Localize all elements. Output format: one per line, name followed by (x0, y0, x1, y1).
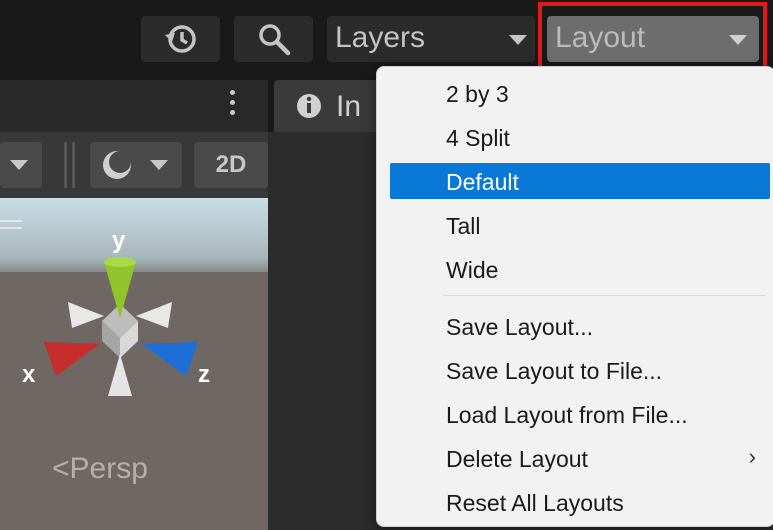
layout-menu: 2 by 3 4 Split Default Tall Wide Save La… (376, 66, 773, 527)
menu-item-tall[interactable]: Tall (390, 207, 770, 243)
layers-label: Layers (335, 21, 426, 54)
perspective-icon: < (52, 452, 70, 485)
info-icon (297, 94, 321, 118)
hamburger-icon[interactable] (0, 220, 22, 222)
layout-dropdown-highlight (538, 2, 767, 75)
y-axis-cone[interactable] (104, 262, 136, 318)
history-icon (165, 25, 196, 53)
chevron-down-icon (150, 160, 168, 170)
z-axis-label: z (198, 361, 210, 388)
projection-toggle[interactable]: <Persp (52, 452, 148, 486)
orientation-gizmo[interactable]: y x z (20, 218, 230, 418)
menu-item-default[interactable]: Default (390, 163, 770, 199)
draw-mode-dropdown[interactable] (90, 142, 182, 188)
menu-item-delete-layout[interactable]: Delete Layout › (390, 440, 770, 476)
menu-item-save-layout[interactable]: Save Layout... (390, 308, 770, 344)
sphere-icon (103, 151, 131, 179)
chevron-down-icon (10, 160, 28, 170)
search-button[interactable] (234, 16, 313, 62)
menu-item-wide[interactable]: Wide (390, 251, 770, 287)
projection-label: Persp (69, 452, 148, 485)
menu-item-load-layout-from-file[interactable]: Load Layout from File... (390, 396, 770, 432)
toolbar-divider (64, 142, 67, 188)
more-options-icon[interactable] (226, 90, 238, 122)
y-axis-label: y (112, 227, 126, 254)
search-icon (259, 24, 291, 56)
menu-item-reset-all-layouts[interactable]: Reset All Layouts (390, 484, 770, 520)
2d-mode-toggle[interactable]: 2D (194, 142, 268, 188)
menu-item-2-by-3[interactable]: 2 by 3 (390, 75, 770, 111)
x-axis-cone[interactable] (44, 342, 100, 376)
menu-separator (443, 295, 766, 296)
menu-item-4-split[interactable]: 4 Split (390, 119, 770, 155)
history-button[interactable] (141, 16, 220, 62)
menu-item-save-layout-to-file[interactable]: Save Layout to File... (390, 352, 770, 388)
chevron-down-icon (509, 35, 527, 45)
toolbar-divider (72, 142, 75, 188)
shading-mode-dropdown[interactable] (0, 142, 42, 188)
chevron-right-icon: › (748, 444, 756, 469)
tab-inspector-label: In (336, 90, 362, 123)
layers-dropdown[interactable]: Layers (327, 16, 535, 62)
z-axis-cone[interactable] (142, 342, 198, 376)
x-axis-label: x (22, 361, 36, 388)
